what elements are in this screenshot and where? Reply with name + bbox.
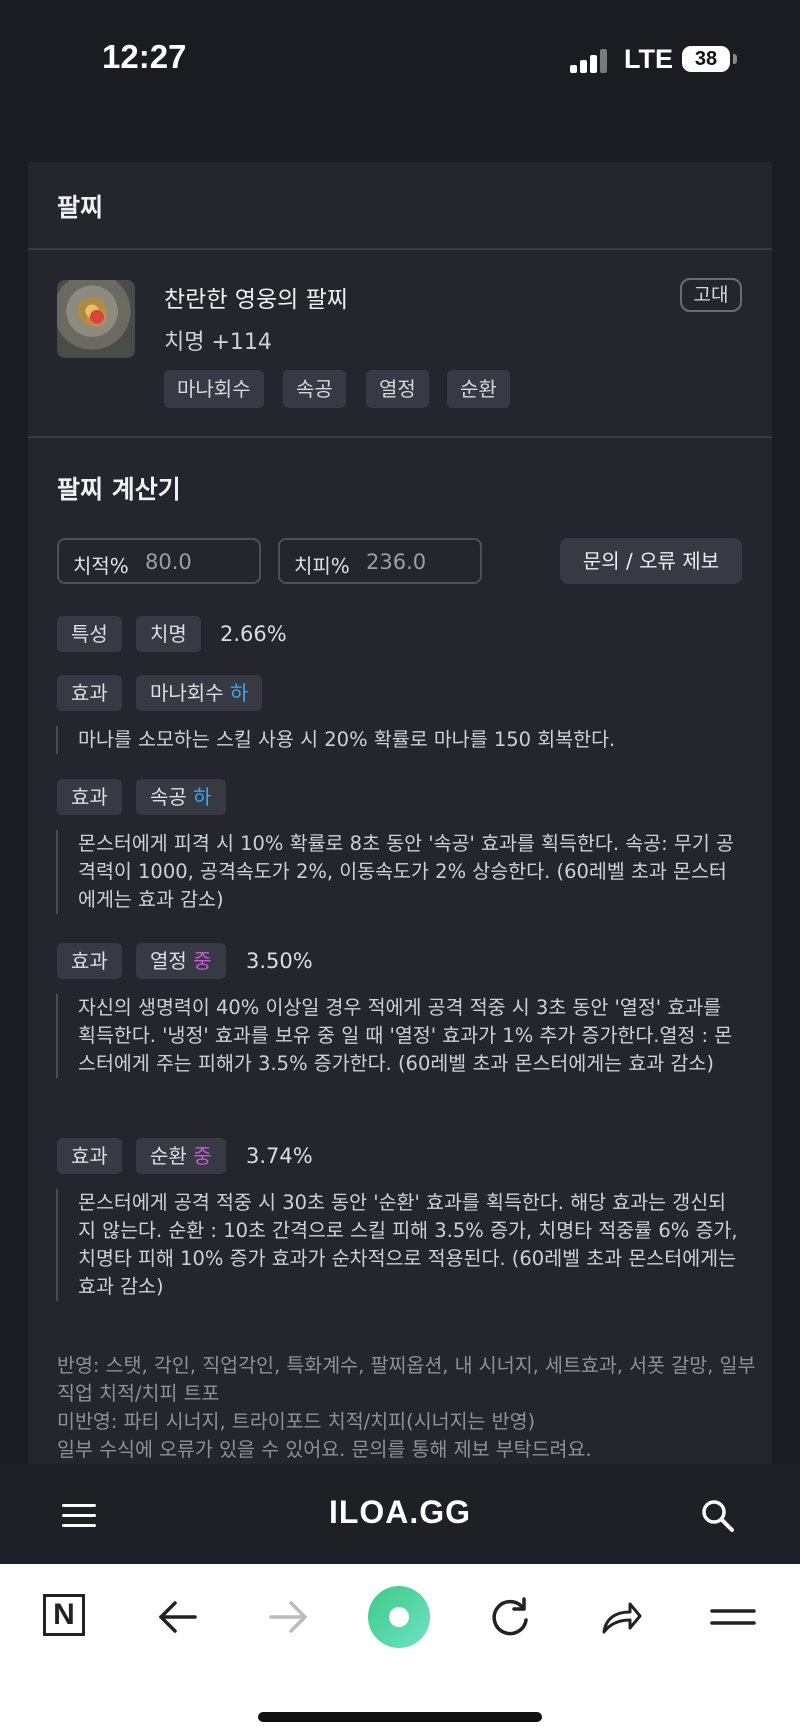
share-icon[interactable] — [598, 1594, 644, 1640]
notes-error: 일부 수식에 오류가 있을 수 있어요. 문의를 통해 제보 부탁드려요. — [57, 1438, 592, 1461]
divider — [28, 248, 772, 250]
item-tag: 열정 — [366, 370, 429, 408]
crit-rate-input[interactable] — [145, 548, 245, 576]
calculator-title: 팔찌 계산기 — [57, 475, 181, 504]
effect-name: 속공 — [150, 785, 187, 809]
site-logo[interactable]: ILOA.GG — [0, 1494, 800, 1531]
battery-icon: 38 — [682, 46, 730, 72]
item-tag: 마나회수 — [164, 370, 264, 408]
home-indicator — [258, 1712, 542, 1722]
effect-name: 마나회수 — [150, 681, 224, 705]
report-button[interactable]: 문의 / 오류 제보 — [560, 538, 742, 584]
naver-n-icon[interactable]: N — [43, 1594, 85, 1636]
effect-label: 효과 — [57, 779, 122, 815]
bracelet-item-icon — [57, 280, 135, 358]
notes-not-applied: 미반영: 파티 시너지, 트라이포드 치적/치피(시너지는 반영) — [57, 1410, 536, 1433]
item-tag: 순환 — [447, 370, 510, 408]
divider — [28, 436, 772, 438]
network-label: LTE — [624, 44, 673, 74]
crit-damage-field[interactable]: 치피% — [278, 538, 482, 584]
bracelet-panel: 팔찌 찬란한 영웅의 팔찌 치명 +114 고대 마나회수 속공 열정 순환 팔… — [28, 162, 772, 1464]
battery-tip — [733, 54, 737, 64]
panel-title: 팔찌 — [57, 193, 104, 222]
effect-level: 하 — [229, 681, 249, 705]
site-nav: ILOA.GG — [0, 1464, 800, 1564]
item-stat: 치명 +114 — [164, 330, 272, 355]
notes: 반영: 스탯, 각인, 직업각인, 특화계수, 팔찌옵션, 내 시너지, 세트효… — [57, 1352, 757, 1464]
crit-damage-label: 치피% — [294, 554, 350, 578]
effect-value: 3.50% — [246, 949, 313, 973]
effect-label: 효과 — [57, 943, 122, 979]
effect-description: 몬스터에게 공격 적중 시 30초 동안 '순환' 효과를 획득한다. 해당 효… — [56, 1189, 738, 1301]
effect-name: 열정 — [150, 949, 187, 973]
crit-rate-label: 치적% — [73, 554, 129, 578]
crit-rate-field[interactable]: 치적% — [57, 538, 261, 584]
effect-description: 자신의 생명력이 40% 이상일 경우 적에게 공격 적중 시 3초 동안 '열… — [56, 994, 738, 1078]
effect-name-chip: 열정 중 — [136, 943, 226, 979]
more-menu-icon[interactable] — [710, 1594, 756, 1640]
trait-label: 특성 — [57, 616, 122, 652]
notes-applied: 반영: 스탯, 각인, 직업각인, 특화계수, 팔찌옵션, 내 시너지, 세트효… — [57, 1354, 756, 1405]
trait-stat: 치명 — [136, 616, 201, 652]
status-time: 12:27 — [102, 38, 187, 75]
effect-description: 마나를 소모하는 스킬 사용 시 20% 확률로 마나를 150 회복한다. — [56, 726, 738, 754]
effect-name-chip: 순환 중 — [136, 1138, 226, 1174]
effect-description: 몬스터에게 피격 시 10% 확률로 8초 동안 '속공' 효과를 획득한다. … — [56, 830, 738, 914]
effect-level: 중 — [193, 949, 212, 973]
effect-label: 효과 — [57, 1138, 122, 1174]
signal-icon — [570, 49, 610, 73]
effect-level: 하 — [193, 785, 212, 809]
effect-name-chip: 속공 하 — [136, 779, 226, 815]
search-icon[interactable] — [700, 1498, 736, 1534]
forward-arrow-icon[interactable] — [265, 1594, 311, 1640]
crit-damage-input[interactable] — [366, 548, 466, 576]
grade-badge: 고대 — [680, 278, 742, 312]
home-icon[interactable] — [368, 1586, 430, 1648]
trait-value: 2.66% — [220, 622, 287, 646]
effect-name: 순환 — [150, 1144, 187, 1168]
effect-label: 효과 — [57, 675, 122, 711]
effect-value: 3.74% — [246, 1144, 313, 1168]
back-arrow-icon[interactable] — [155, 1594, 201, 1640]
effect-level: 중 — [193, 1144, 212, 1168]
status-bar: 12:27 LTE 38 — [0, 0, 800, 120]
browser-toolbar: N — [0, 1564, 800, 1734]
effect-name-chip: 마나회수 하 — [136, 675, 263, 711]
item-name: 찬란한 영웅의 팔찌 — [164, 287, 348, 313]
item-tag: 속공 — [283, 370, 346, 408]
reload-icon[interactable] — [487, 1594, 533, 1640]
